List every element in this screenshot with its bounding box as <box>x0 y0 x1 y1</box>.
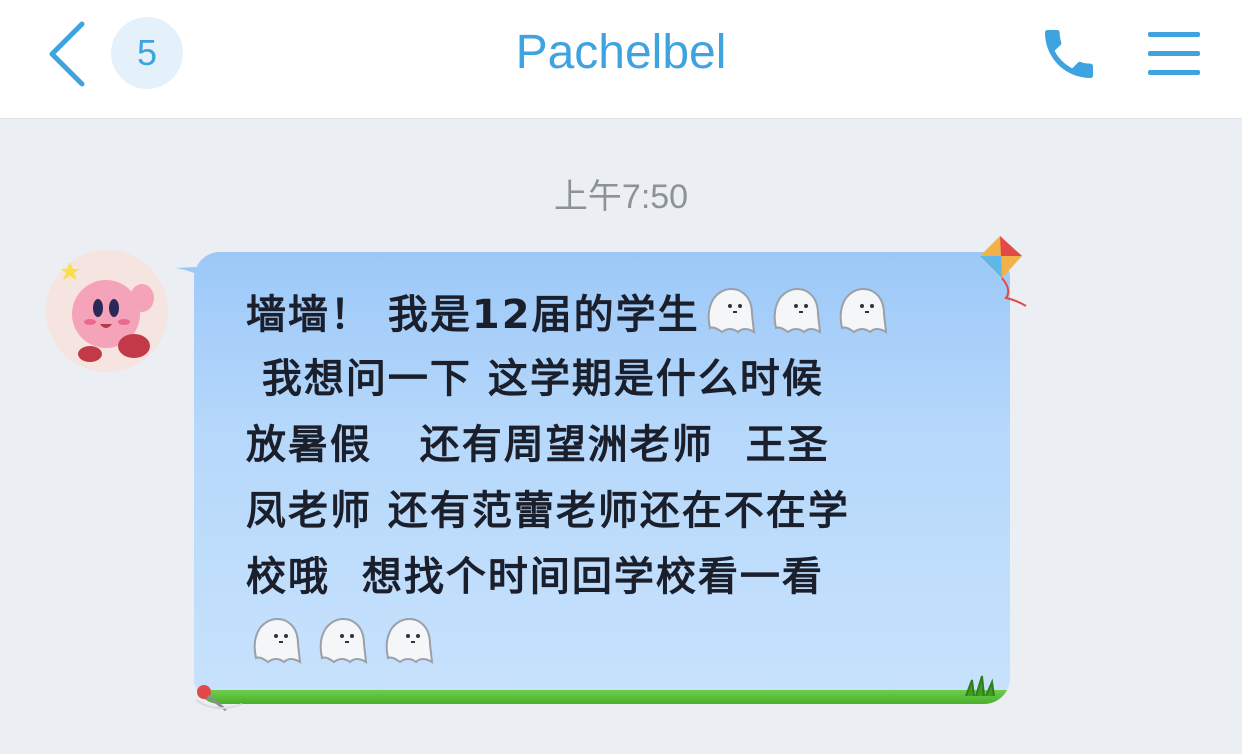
ghost-emoji-icon <box>385 618 434 664</box>
ghost-emoji-icon <box>773 288 821 334</box>
phone-icon[interactable] <box>1036 22 1102 86</box>
message-bubble-container: 墙墙！ 我是12届的学生 我想问一下 这学期是什么时候 放暑假 还有周望洲老师 … <box>172 236 1032 718</box>
ghost-emoji-icon <box>707 288 755 334</box>
contact-name-title: Pachelbel <box>515 26 727 79</box>
message-text[interactable]: 墙墙！ 我是12届的学生 我想问一下 这学期是什么时候 放暑假 还有周望洲老师 … <box>246 280 986 676</box>
message-line-5: 校哦 想找个时间回学校看一看 <box>246 554 824 600</box>
chevron-left-icon[interactable] <box>44 20 92 88</box>
kirby-avatar-icon <box>46 250 168 372</box>
avatar[interactable] <box>46 250 168 372</box>
message-bubble[interactable]: 墙墙！ 我是12届的学生 我想问一下 这学期是什么时候 放暑假 还有周望洲老师 … <box>194 252 1010 704</box>
pin-decoration-icon <box>195 685 243 712</box>
message-timestamp: 上午7:50 <box>553 178 689 216</box>
ghost-emoji-icon <box>319 618 368 664</box>
message-line-1: 墙墙！ 我是12届的学生 <box>246 280 986 346</box>
menu-icon[interactable] <box>1146 30 1202 78</box>
bubble-grass-decoration <box>194 690 1010 704</box>
ghost-emoji-icon <box>839 288 887 334</box>
ghost-emoji-icon <box>253 618 302 664</box>
kite-decoration-icon <box>980 236 1027 307</box>
grass-tuft-icon <box>965 675 995 696</box>
message-line-3: 放暑假 还有周望洲老师 王圣 <box>246 422 830 468</box>
unread-count-badge[interactable]: 5 <box>111 17 183 89</box>
message-line-6 <box>246 610 986 676</box>
message-line-4: 凤老师 还有范蕾老师还在不在学 <box>246 488 850 534</box>
message-line-2: 我想问一下 这学期是什么时候 <box>246 356 824 402</box>
chat-header: 5 Pachelbel <box>0 0 1242 119</box>
